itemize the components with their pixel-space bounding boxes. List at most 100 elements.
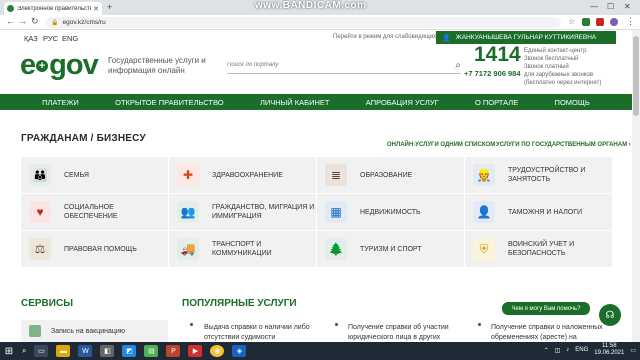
new-tab-icon[interactable]: + bbox=[107, 2, 112, 12]
lang-en[interactable]: ENG bbox=[62, 34, 78, 43]
app-icon[interactable]: ▶ bbox=[188, 345, 203, 357]
category-label: СЕМЬЯ bbox=[64, 171, 89, 179]
category-label: ВОИНСКИЙ УЧЕТ И БЕЗОПАСНОСТЬ bbox=[508, 241, 575, 257]
online-services-link[interactable]: ОНЛАЙН-УСЛУГИ ОДНИМ СПИСКОМ › bbox=[387, 142, 499, 148]
scrollbar[interactable] bbox=[632, 30, 640, 342]
browser-tab[interactable]: Электронное правительство Ре ✕ bbox=[4, 2, 102, 15]
lang-ru[interactable]: РУС bbox=[43, 34, 58, 43]
impaired-mode-link[interactable]: Перейти в режим для слабовидящих bbox=[333, 34, 436, 40]
category-tourism[interactable]: 🌲 ТУРИЗМ И СПОРТ bbox=[317, 231, 464, 267]
app-icon[interactable]: ◩ bbox=[122, 345, 137, 357]
user-name: ЖАНКУАНЫШЕВА ГУЛЬНАР КУТТИКИЯЕВНА bbox=[455, 34, 597, 41]
worker-icon: 👷 bbox=[473, 164, 495, 186]
chat-headset-icon[interactable]: ☊ bbox=[599, 304, 621, 326]
minimize-icon[interactable]: — bbox=[590, 2, 598, 11]
nav-service-testing[interactable]: АПРОБАЦИЯ УСЛУГ bbox=[366, 98, 439, 107]
category-label: ТАМОЖНЯ И НАЛОГИ bbox=[508, 208, 583, 216]
close-tab-icon[interactable]: ✕ bbox=[93, 5, 99, 13]
clock[interactable]: 11:58 19.06.2021 bbox=[594, 343, 624, 357]
category-label: СОЦИАЛЬНОЕ ОБЕСПЕЧЕНИЕ bbox=[64, 204, 118, 220]
nav-about[interactable]: О ПОРТАЛЕ bbox=[475, 98, 518, 107]
volume-icon[interactable]: ♪ bbox=[566, 347, 569, 353]
contact-line: (бесплатно через интернет) bbox=[524, 80, 602, 86]
user-menu-button[interactable]: 👤 ЖАНКУАНЫШЕВА ГУЛЬНАР КУТТИКИЯЕВНА bbox=[436, 31, 616, 44]
windows-start-icon[interactable]: ⊞ bbox=[0, 342, 18, 360]
lang-kz[interactable]: ҚАЗ bbox=[24, 34, 38, 43]
forward-icon[interactable]: → bbox=[18, 16, 27, 26]
egov-favicon-icon bbox=[7, 5, 14, 12]
syringe-icon bbox=[29, 325, 41, 337]
close-window-icon[interactable]: ✕ bbox=[624, 2, 631, 11]
category-citizenship[interactable]: 👥 ГРАЖДАНСТВО, МИГРАЦИЯ И ИММИГРАЦИЯ bbox=[169, 194, 316, 230]
tray-up-icon[interactable]: ⌃ bbox=[544, 347, 549, 354]
search-icon[interactable]: ⌕ bbox=[455, 60, 461, 71]
family-icon: 👪 bbox=[29, 164, 51, 186]
section-title: ГРАЖДАНАМ / БИЗНЕСУ bbox=[21, 133, 146, 144]
category-label: ОБРАЗОВАНИЕ bbox=[360, 171, 413, 179]
agency-services-link[interactable]: УСЛУГИ ПО ГОСУДАРСТВЕННЫМ ОРГАНАМ › bbox=[496, 142, 631, 148]
contact-info: Единый контакт-центр Звонок бесплатный З… bbox=[524, 47, 601, 87]
back-icon[interactable]: ← bbox=[6, 16, 15, 26]
nav-personal-account[interactable]: ЛИЧНЫЙ КАБИНЕТ bbox=[260, 98, 330, 107]
app-icon[interactable]: ◈ bbox=[232, 345, 247, 357]
recorder-watermark: www.BANDICAM.com bbox=[255, 0, 367, 11]
category-transport[interactable]: 🚚 ТРАНСПОРТ И КОММУНИКАЦИИ bbox=[169, 231, 316, 267]
tab-title: Электронное правительство Ре bbox=[17, 5, 91, 12]
task-view-icon[interactable]: ▭ bbox=[34, 345, 49, 357]
chrome-icon[interactable]: ◉ bbox=[210, 345, 225, 357]
maximize-icon[interactable]: ☐ bbox=[607, 2, 614, 11]
search-box[interactable]: ⌕ bbox=[227, 57, 461, 74]
logo-text-e: e bbox=[20, 49, 36, 81]
tourism-icon: 🌲 bbox=[325, 238, 347, 260]
system-tray: ⌃ ◫ ♪ ENG 11:58 19.06.2021 ▭ bbox=[544, 343, 636, 357]
nav-payments[interactable]: ПЛАТЕЖИ bbox=[42, 98, 79, 107]
popular-item[interactable]: Получение справки об участии юридическог… bbox=[348, 323, 483, 343]
network-icon[interactable]: ◫ bbox=[555, 347, 561, 354]
online-services-link-label: ОНЛАЙН-УСЛУГИ ОДНИМ СПИСКОМ bbox=[387, 142, 496, 148]
vaccination-service-item[interactable]: Запись на вакцинацию bbox=[21, 320, 168, 342]
health-icon: ✚ bbox=[177, 164, 199, 186]
file-explorer-icon[interactable]: ▬ bbox=[56, 345, 71, 357]
category-social[interactable]: ♥ СОЦИАЛЬНОЕ ОБЕСПЕЧЕНИЕ bbox=[21, 194, 168, 230]
category-customs[interactable]: 👤 ТАМОЖНЯ И НАЛОГИ bbox=[465, 194, 612, 230]
category-health[interactable]: ✚ ЗДРАВООХРАНЕНИЕ bbox=[169, 157, 316, 193]
notifications-icon[interactable]: ▭ bbox=[630, 347, 636, 354]
egov-logo[interactable]: e + gov bbox=[20, 49, 99, 82]
clock-date: 19.06.2021 bbox=[594, 350, 625, 356]
app-icon[interactable]: ◧ bbox=[100, 345, 115, 357]
category-family[interactable]: 👪 СЕМЬЯ bbox=[21, 157, 168, 193]
address-bar[interactable]: 🔒 egov.kz/cms/ru bbox=[46, 17, 561, 28]
contact-center-number[interactable]: 1414 bbox=[474, 43, 521, 67]
category-real-estate[interactable]: ▦ НЕДВИЖИМОСТЬ bbox=[317, 194, 464, 230]
search-input[interactable] bbox=[227, 62, 456, 68]
citizenship-icon: 👥 bbox=[177, 201, 199, 223]
menu-dots-icon[interactable]: ⋮ bbox=[626, 16, 635, 27]
nav-help[interactable]: ПОМОЩЬ bbox=[555, 98, 590, 107]
word-icon[interactable]: W bbox=[78, 345, 93, 357]
category-legal[interactable]: ⚖ ПРАВОВАЯ ПОМОЩЬ bbox=[21, 231, 168, 267]
bullet-icon bbox=[190, 323, 193, 326]
clock-time: 11:58 bbox=[602, 343, 617, 349]
nav-open-government[interactable]: ОТКРЫТОЕ ПРАВИТЕЛЬСТВО bbox=[115, 98, 223, 107]
category-label: ПРАВОВАЯ ПОМОЩЬ bbox=[64, 245, 137, 253]
bullet-icon bbox=[335, 323, 338, 326]
search-icon[interactable]: ⌕ bbox=[22, 346, 26, 356]
extension-icon[interactable] bbox=[596, 18, 604, 26]
input-language[interactable]: ENG bbox=[575, 347, 588, 353]
bookmark-star-icon[interactable]: ☆ bbox=[568, 17, 575, 26]
contact-line: Звонок платный bbox=[524, 64, 569, 70]
popular-item[interactable]: Выдача справки о наличии либо отсутствии… bbox=[204, 323, 339, 343]
popular-item[interactable]: Получение справки о наложенных обременен… bbox=[491, 323, 626, 343]
category-education[interactable]: ≣ ОБРАЗОВАНИЕ bbox=[317, 157, 464, 193]
powerpoint-icon[interactable]: P bbox=[166, 345, 181, 357]
app-icon[interactable]: ▤ bbox=[144, 345, 159, 357]
chat-bubble[interactable]: Чем я могу Вам помочь? bbox=[502, 302, 590, 315]
scrollbar-thumb[interactable] bbox=[633, 36, 639, 116]
category-military[interactable]: ⛨ ВОИНСКИЙ УЧЕТ И БЕЗОПАСНОСТЬ bbox=[465, 231, 612, 267]
category-employment[interactable]: 👷 ТРУДОУСТРОЙСТВО И ЗАНЯТОСТЬ bbox=[465, 157, 612, 193]
profile-avatar[interactable] bbox=[610, 18, 618, 26]
extension-icon[interactable] bbox=[582, 18, 590, 26]
contact-phone-number[interactable]: +7 7172 906 984 bbox=[464, 69, 521, 78]
reload-icon[interactable]: ↻ bbox=[31, 16, 39, 27]
logo-text-gov: gov bbox=[49, 49, 99, 81]
